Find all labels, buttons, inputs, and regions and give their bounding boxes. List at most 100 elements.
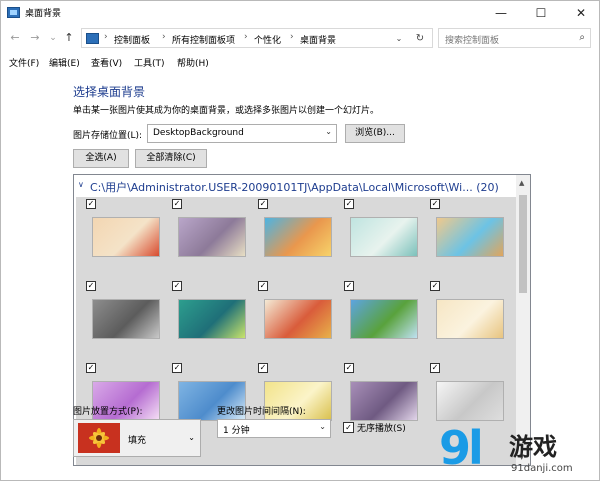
minimize-button[interactable]: — (481, 1, 521, 25)
position-select[interactable]: 填充 ⌄ (73, 419, 201, 457)
chevron-down-icon: ⌄ (325, 127, 332, 136)
title-bar: 桌面背景 — ☐ ✕ (1, 1, 599, 25)
close-button[interactable]: ✕ (561, 1, 600, 25)
thumbnail-checkbox[interactable]: ✓ (258, 281, 268, 291)
main-content: 选择桌面背景 单击某一张图片使其成为你的桌面背景，或选择多张图片以创建一个幻灯片… (1, 71, 599, 481)
wallpaper-thumbnail-white-light[interactable] (436, 381, 504, 421)
menu-tools[interactable]: 工具(T) (134, 56, 165, 69)
thumbnail-checkbox[interactable]: ✓ (344, 199, 354, 209)
thumbnail-checkbox[interactable]: ✓ (344, 363, 354, 373)
thumbnail-item[interactable]: ✓ (162, 197, 248, 279)
forward-arrow-icon[interactable]: → (27, 29, 43, 47)
interval-label: 更改图片时间间隔(N): (217, 407, 306, 417)
search-input[interactable]: 搜索控制面板 ⌕ (438, 28, 591, 48)
location-label: 图片存储位置(L): (73, 131, 143, 141)
window: 桌面背景 — ☐ ✕ ← → ⌄ ↑ › 控制面板 › 所有控制面板项 › 个性… (0, 0, 600, 481)
thumbnail-checkbox[interactable]: ✓ (430, 363, 440, 373)
thumbnail-checkbox[interactable]: ✓ (86, 199, 96, 209)
wallpaper-thumbnail-green-field[interactable] (350, 299, 418, 339)
breadcrumb-separator-icon: › (162, 32, 166, 42)
wallpaper-thumbnail-sunny-beach[interactable] (436, 299, 504, 339)
thumbnail-item[interactable]: ✓ (334, 197, 420, 279)
thumbnail-checkbox[interactable]: ✓ (258, 199, 268, 209)
maximize-button[interactable]: ☐ (521, 1, 561, 25)
chevron-down-icon: ⌄ (188, 433, 195, 442)
thumbnail-item[interactable]: ✓ (334, 279, 420, 361)
thumbnail-item[interactable]: ✓ (162, 279, 248, 361)
location-value: DesktopBackground (153, 128, 244, 138)
thumbnail-checkbox[interactable]: ✓ (430, 281, 440, 291)
menu-file[interactable]: 文件(F) (9, 56, 39, 69)
wallpaper-thumbnail-teal-swing[interactable] (350, 217, 418, 257)
chevron-down-icon[interactable]: ∨ (78, 180, 84, 189)
thumbnail-item[interactable]: ✓ (76, 279, 162, 361)
wallpaper-thumbnail-power-lines[interactable] (178, 217, 246, 257)
flower-icon (78, 423, 120, 453)
thumbnail-checkbox[interactable]: ✓ (172, 363, 182, 373)
folder-path: C:\用户\Administrator.USER-20090101TJ\AppD… (90, 181, 499, 194)
thumbnail-item[interactable]: ✓ (76, 197, 162, 279)
navigation-bar: ← → ⌄ ↑ › 控制面板 › 所有控制面板项 › 个性化 › 桌面背景 ⌄ … (1, 27, 599, 49)
clear-all-button[interactable]: 全部清除(C) (135, 149, 207, 168)
scroll-up-icon[interactable]: ▲ (519, 179, 524, 187)
address-dropdown-icon[interactable]: ⌄ (392, 31, 406, 47)
folder-group-header[interactable]: ∨ C:\用户\Administrator.USER-20090101TJ\Ap… (74, 179, 524, 194)
wallpaper-thumbnail-red-cartoon[interactable] (92, 217, 160, 257)
menu-help[interactable]: 帮助(H) (177, 56, 209, 69)
window-title: 桌面背景 (25, 9, 62, 19)
thumbnail-checkbox[interactable]: ✓ (258, 363, 268, 373)
breadcrumb-control-panel[interactable]: 控制面板 (114, 33, 150, 46)
breadcrumb-desktop-background[interactable]: 桌面背景 (300, 33, 336, 46)
thumbnail-item[interactable]: ✓ (248, 197, 334, 279)
thumbnail-checkbox[interactable]: ✓ (172, 281, 182, 291)
watermark-text: 游戏 (509, 433, 557, 461)
breadcrumb-separator-icon: › (290, 32, 294, 42)
thumbnail-item[interactable]: ✓ (420, 197, 506, 279)
breadcrumb-personalization[interactable]: 个性化 (254, 33, 281, 46)
search-placeholder: 搜索控制面板 (445, 36, 500, 46)
page-description: 单击某一张图片使其成为你的桌面背景，或选择多张图片以创建一个幻灯片。 (73, 106, 380, 116)
menu-view[interactable]: 查看(V) (91, 56, 122, 69)
select-all-button[interactable]: 全选(A) (73, 149, 129, 168)
wallpaper-thumbnail-sand-heart[interactable] (436, 217, 504, 257)
position-value: 填充 (128, 436, 147, 446)
thumbnail-checkbox[interactable]: ✓ (86, 363, 96, 373)
menu-bar: 文件(F) 编辑(E) 查看(V) 工具(T) 帮助(H) (1, 53, 599, 71)
thumbnail-checkbox[interactable]: ✓ (86, 281, 96, 291)
wallpaper-thumbnail-green-dew[interactable] (178, 299, 246, 339)
shuffle-label: 无序播放(S) (357, 424, 406, 434)
menu-edit[interactable]: 编辑(E) (49, 56, 80, 69)
wallpaper-thumbnail-lavender[interactable] (350, 381, 418, 421)
page-title: 选择桌面背景 (73, 85, 146, 99)
search-icon[interactable]: ⌕ (579, 32, 585, 43)
address-bar[interactable]: › 控制面板 › 所有控制面板项 › 个性化 › 桌面背景 ⌄ ↻ (81, 28, 433, 48)
location-select[interactable]: DesktopBackground ⌄ (147, 124, 337, 143)
control-panel-icon (86, 33, 99, 44)
wallpaper-thumbnail-flowers-cream[interactable] (264, 299, 332, 339)
position-preview-icon (78, 423, 120, 453)
back-arrow-icon[interactable]: ← (7, 29, 23, 47)
breadcrumb-separator-icon: › (104, 32, 108, 42)
thumbnail-checkbox[interactable]: ✓ (172, 199, 182, 209)
up-arrow-icon[interactable]: ↑ (61, 29, 77, 47)
wallpaper-thumbnail-beach-cartoon[interactable] (264, 217, 332, 257)
refresh-icon[interactable]: ↻ (412, 31, 428, 47)
thumbnail-item[interactable]: ✓ (420, 279, 506, 361)
vertical-scrollbar[interactable]: ▲ ▼ (516, 175, 530, 465)
recent-locations-chevron-icon[interactable]: ⌄ (45, 29, 61, 47)
thumbnail-checkbox[interactable]: ✓ (430, 199, 440, 209)
breadcrumb-all-items[interactable]: 所有控制面板项 (172, 33, 235, 46)
watermark-url: 91danji.com (511, 463, 573, 474)
interval-select[interactable]: 1 分钟 ⌄ (217, 419, 331, 438)
wallpaper-thumbnail-gray-scene[interactable] (92, 299, 160, 339)
thumbnail-item[interactable]: ✓ (248, 279, 334, 361)
breadcrumb-separator-icon: › (244, 32, 248, 42)
chevron-down-icon: ⌄ (319, 422, 326, 431)
control-panel-icon (7, 7, 20, 18)
thumbnail-checkbox[interactable]: ✓ (344, 281, 354, 291)
browse-button[interactable]: 浏览(B)... (345, 124, 405, 143)
interval-value: 1 分钟 (223, 426, 250, 436)
shuffle-checkbox[interactable]: ✓ (343, 422, 354, 433)
position-label: 图片放置方式(P): (73, 407, 143, 417)
scrollbar-thumb[interactable] (519, 195, 527, 293)
